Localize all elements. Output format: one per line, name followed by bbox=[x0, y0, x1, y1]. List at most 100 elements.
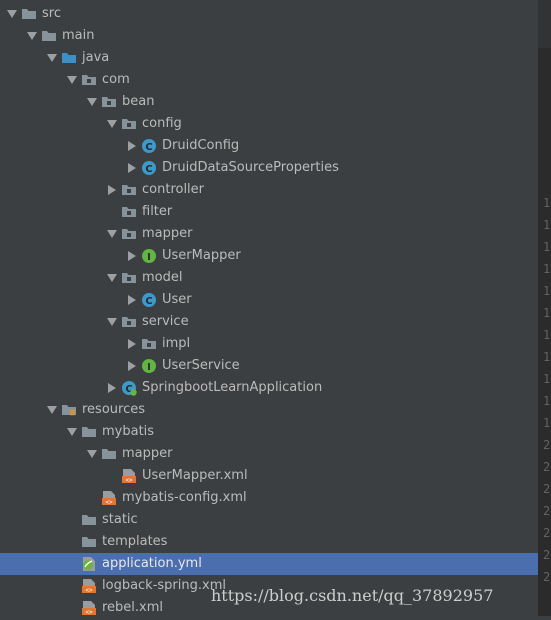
tree-node-label: UserMapper bbox=[162, 248, 241, 263]
expand-arrow-icon[interactable] bbox=[107, 318, 117, 326]
expand-arrow-icon[interactable] bbox=[67, 428, 77, 436]
tree-node[interactable]: filter bbox=[0, 201, 538, 223]
package-icon bbox=[121, 226, 137, 242]
collapse-arrow-icon[interactable] bbox=[108, 185, 116, 195]
expand-arrow-icon[interactable] bbox=[87, 450, 97, 458]
class-icon: C bbox=[141, 160, 157, 176]
collapse-arrow-icon[interactable] bbox=[128, 361, 136, 371]
tree-node[interactable]: model bbox=[0, 267, 538, 289]
interface-icon: I bbox=[141, 248, 157, 264]
folder-icon bbox=[81, 512, 97, 528]
tree-node[interactable]: application.yml bbox=[0, 553, 538, 575]
spring-yml-icon bbox=[81, 556, 97, 572]
expand-arrow-icon[interactable] bbox=[107, 274, 117, 282]
source-folder-icon bbox=[61, 50, 77, 66]
xml-file-icon: <> bbox=[121, 468, 137, 484]
tree-node[interactable]: C DruidDataSourceProperties bbox=[0, 157, 538, 179]
svg-text:<>: <> bbox=[85, 587, 93, 594]
tree-node-label: main bbox=[62, 28, 95, 43]
tree-node-label: bean bbox=[122, 94, 155, 109]
package-icon bbox=[121, 182, 137, 198]
expand-arrow-icon[interactable] bbox=[47, 54, 57, 62]
tree-node[interactable]: java bbox=[0, 47, 538, 69]
expand-arrow-icon[interactable] bbox=[67, 76, 77, 84]
tree-node[interactable]: I UserMapper bbox=[0, 245, 538, 267]
tree-node-label: src bbox=[42, 6, 61, 21]
folder-icon bbox=[21, 6, 37, 22]
tree-node-label: application.yml bbox=[102, 556, 202, 571]
tree-node[interactable]: mybatis bbox=[0, 421, 538, 443]
tree-node-label: mapper bbox=[122, 446, 173, 461]
line-number: 1 bbox=[543, 240, 551, 254]
line-number: 1 bbox=[543, 196, 551, 210]
tree-node-label: logback-spring.xml bbox=[102, 578, 226, 593]
tree-node[interactable]: main bbox=[0, 25, 538, 47]
expand-arrow-icon[interactable] bbox=[7, 10, 17, 18]
svg-text:<>: <> bbox=[125, 477, 133, 484]
expand-arrow-icon[interactable] bbox=[107, 230, 117, 238]
tree-node[interactable]: C DruidConfig bbox=[0, 135, 538, 157]
package-icon bbox=[121, 116, 137, 132]
collapse-arrow-icon[interactable] bbox=[128, 295, 136, 305]
tree-node[interactable]: resources bbox=[0, 399, 538, 421]
tree-node-label: UserMapper.xml bbox=[142, 468, 248, 483]
expand-arrow-icon[interactable] bbox=[107, 120, 117, 128]
tree-node-label: mybatis-config.xml bbox=[122, 490, 247, 505]
tree-node[interactable]: service bbox=[0, 311, 538, 333]
tree-node-label: config bbox=[142, 116, 182, 131]
tree-node[interactable]: config bbox=[0, 113, 538, 135]
tree-node-label: java bbox=[82, 50, 110, 65]
line-number: 2 bbox=[543, 438, 551, 452]
expand-arrow-icon[interactable] bbox=[47, 406, 57, 414]
tree-node[interactable]: mapper bbox=[0, 443, 538, 465]
tree-node[interactable]: <> mybatis-config.xml bbox=[0, 487, 538, 509]
line-number: 2 bbox=[543, 526, 551, 540]
spring-boot-class-icon: C bbox=[121, 380, 137, 396]
tree-node-label: filter bbox=[142, 204, 173, 219]
interface-icon: I bbox=[141, 358, 157, 374]
svg-text:C: C bbox=[145, 142, 152, 153]
collapse-arrow-icon[interactable] bbox=[128, 339, 136, 349]
tree-node[interactable]: C User bbox=[0, 289, 538, 311]
package-icon bbox=[121, 270, 137, 286]
line-number: 2 bbox=[543, 548, 551, 562]
tree-node[interactable]: src bbox=[0, 3, 538, 25]
tree-node[interactable]: static bbox=[0, 509, 538, 531]
collapse-arrow-icon[interactable] bbox=[108, 383, 116, 393]
tree-node[interactable]: controller bbox=[0, 179, 538, 201]
tree-node[interactable]: I UserService bbox=[0, 355, 538, 377]
line-number: 1 bbox=[543, 262, 551, 276]
package-icon bbox=[121, 314, 137, 330]
xml-file-icon: <> bbox=[81, 600, 97, 616]
folder-icon bbox=[101, 446, 117, 462]
line-number: 2 bbox=[543, 460, 551, 474]
tree-node[interactable]: mapper bbox=[0, 223, 538, 245]
line-number: 1 bbox=[543, 218, 551, 232]
svg-text:<>: <> bbox=[105, 499, 113, 506]
expand-arrow-icon[interactable] bbox=[27, 32, 37, 40]
tree-node[interactable]: C SpringbootLearnApplication bbox=[0, 377, 538, 399]
line-number: 2 bbox=[543, 570, 551, 584]
collapse-arrow-icon[interactable] bbox=[128, 251, 136, 261]
package-icon bbox=[121, 204, 137, 220]
tree-node-label: mybatis bbox=[102, 424, 155, 439]
tree-node-label: impl bbox=[162, 336, 191, 351]
line-number: 2 bbox=[543, 504, 551, 518]
tree-node-label: static bbox=[102, 512, 138, 527]
tree-node-label: mapper bbox=[142, 226, 193, 241]
svg-text:C: C bbox=[145, 296, 152, 307]
line-number: 1 bbox=[543, 394, 551, 408]
tree-node[interactable]: com bbox=[0, 69, 538, 91]
tree-node[interactable]: bean bbox=[0, 91, 538, 113]
tree-node-label: rebel.xml bbox=[102, 600, 164, 615]
tree-node[interactable]: templates bbox=[0, 531, 538, 553]
tree-node[interactable]: <> UserMapper.xml bbox=[0, 465, 538, 487]
collapse-arrow-icon[interactable] bbox=[128, 141, 136, 151]
resources-folder-icon bbox=[61, 402, 77, 418]
svg-text:C: C bbox=[145, 164, 152, 175]
collapse-arrow-icon[interactable] bbox=[128, 163, 136, 173]
expand-arrow-icon[interactable] bbox=[87, 98, 97, 106]
tree-node-label: templates bbox=[102, 534, 168, 549]
package-icon bbox=[101, 94, 117, 110]
tree-node[interactable]: impl bbox=[0, 333, 538, 355]
